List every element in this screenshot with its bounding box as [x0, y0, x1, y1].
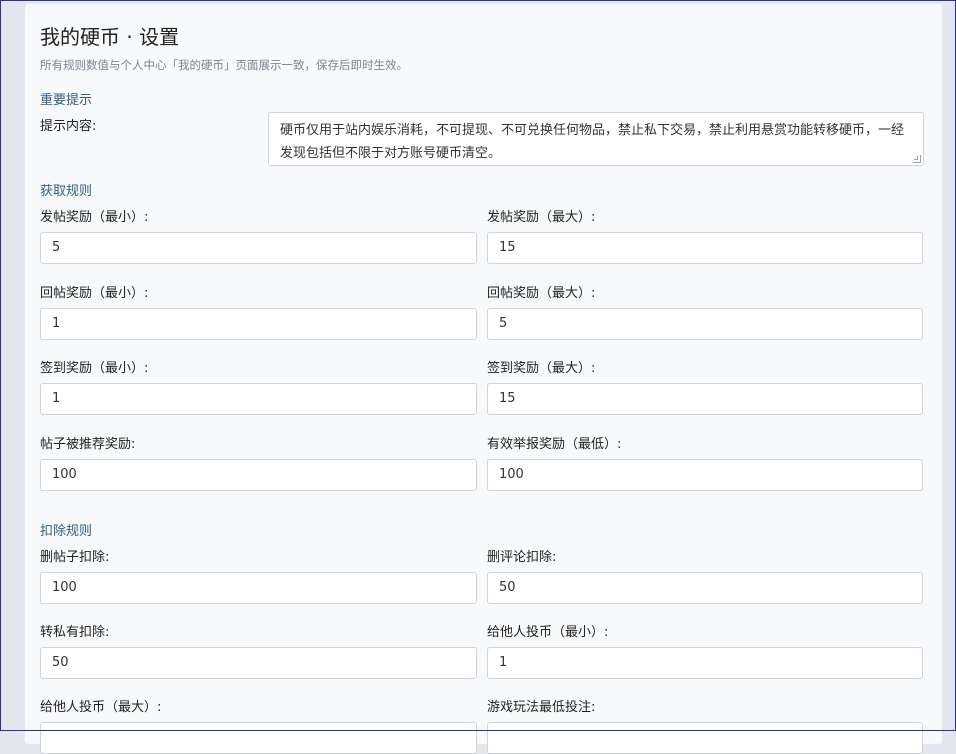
reply-reward-max-input[interactable]: 5 — [487, 308, 923, 340]
page-subtitle: 所有规则数值与个人中心「我的硬币」页面展示一致，保存后即时生效。 — [40, 58, 408, 72]
notice-label: 提示内容: — [40, 119, 97, 134]
checkin-reward-min-label: 签到奖励（最小）: — [40, 361, 149, 376]
reply-reward-max-label: 回帖奖励（最大）: — [487, 286, 596, 301]
tip-others-min-input[interactable]: 1 — [487, 647, 923, 679]
report-reward-min-label: 有效举报奖励（最低）: — [487, 437, 622, 452]
delete-post-deduct-input[interactable]: 100 — [40, 572, 477, 604]
delete-comment-deduct-label: 删评论扣除: — [487, 550, 557, 565]
section-deduct-title: 扣除规则 — [40, 524, 93, 539]
report-reward-min-input[interactable]: 100 — [487, 459, 923, 491]
checkin-reward-max-input[interactable]: 15 — [487, 383, 923, 415]
post-reward-max-input[interactable]: 15 — [487, 232, 923, 264]
delete-comment-deduct-input[interactable]: 50 — [487, 572, 923, 604]
notice-textarea[interactable]: 硬币仅用于站内娱乐消耗，不可提现、不可兑换任何物品，禁止私下交易，禁止利用悬赏功… — [268, 112, 924, 166]
tip-others-max-input[interactable] — [40, 722, 477, 754]
post-reward-min-label: 发帖奖励（最小）: — [40, 210, 149, 225]
checkin-reward-min-input[interactable]: 1 — [40, 383, 477, 415]
reply-reward-min-label: 回帖奖励（最小）: — [40, 286, 149, 301]
checkin-reward-max-label: 签到奖励（最大）: — [487, 361, 596, 376]
game-min-bet-input[interactable] — [487, 722, 923, 754]
tip-others-max-label: 给他人投币（最大）: — [40, 700, 162, 715]
post-reward-min-input[interactable]: 5 — [40, 232, 477, 264]
section-notice-title: 重要提示 — [40, 93, 93, 108]
page-title: 我的硬币 · 设置 — [40, 25, 180, 49]
post-reward-max-label: 发帖奖励（最大）: — [487, 210, 596, 225]
section-earn-title: 获取规则 — [40, 184, 93, 199]
resize-grip-icon[interactable] — [913, 155, 921, 163]
make-private-deduct-input[interactable]: 50 — [40, 647, 477, 679]
notice-text: 硬币仅用于站内娱乐消耗，不可提现、不可兑换任何物品，禁止私下交易，禁止利用悬赏功… — [280, 123, 905, 161]
game-min-bet-label: 游戏玩法最低投注: — [487, 700, 596, 715]
recommend-reward-label: 帖子被推荐奖励: — [40, 437, 136, 452]
tip-others-min-label: 给他人投币（最小）: — [487, 625, 609, 640]
delete-post-deduct-label: 删帖子扣除: — [40, 550, 110, 565]
recommend-reward-input[interactable]: 100 — [40, 459, 477, 491]
make-private-deduct-label: 转私有扣除: — [40, 625, 110, 640]
settings-panel: 我的硬币 · 设置 所有规则数值与个人中心「我的硬币」页面展示一致，保存后即时生… — [24, 3, 943, 754]
reply-reward-min-input[interactable]: 1 — [40, 308, 477, 340]
